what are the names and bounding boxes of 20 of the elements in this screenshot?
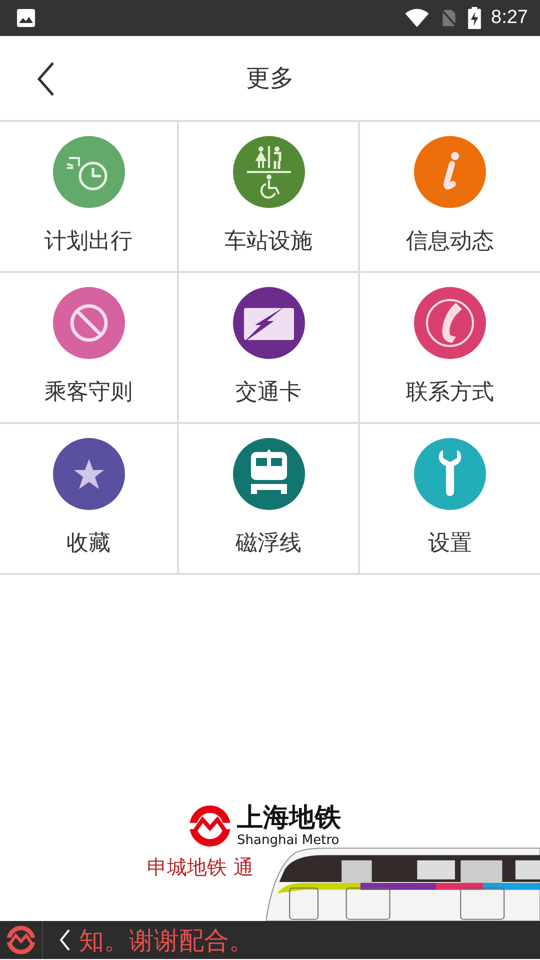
notice-text: 知。谢谢配合。 (79, 924, 254, 956)
menu-item[interactable]: 收藏 (0, 424, 179, 575)
page-title: 更多 (246, 63, 294, 94)
menu-item[interactable]: 磁浮线 (179, 424, 360, 575)
metro-logo-icon (6, 925, 36, 955)
chevron-left-icon[interactable] (59, 928, 71, 952)
brand-name: 上海地铁 (237, 804, 341, 833)
menu-item[interactable]: 计划出行 (0, 122, 179, 273)
wifi-icon (404, 8, 430, 28)
brand-subtitle: Shanghai Metro (237, 833, 340, 848)
menu-item[interactable]: 乘客守则 (0, 273, 179, 424)
menu-item[interactable]: 交通卡 (179, 273, 360, 424)
menu-item[interactable]: 车站设施 (179, 122, 360, 273)
slogan: 申城地铁 通 (147, 854, 254, 881)
battery-charging-icon (468, 7, 482, 29)
metro-logo-icon (189, 805, 231, 848)
image-icon (16, 8, 36, 28)
no-sim-icon (440, 8, 458, 28)
back-icon[interactable] (36, 61, 56, 97)
clock-time: 8:27 (491, 7, 528, 29)
